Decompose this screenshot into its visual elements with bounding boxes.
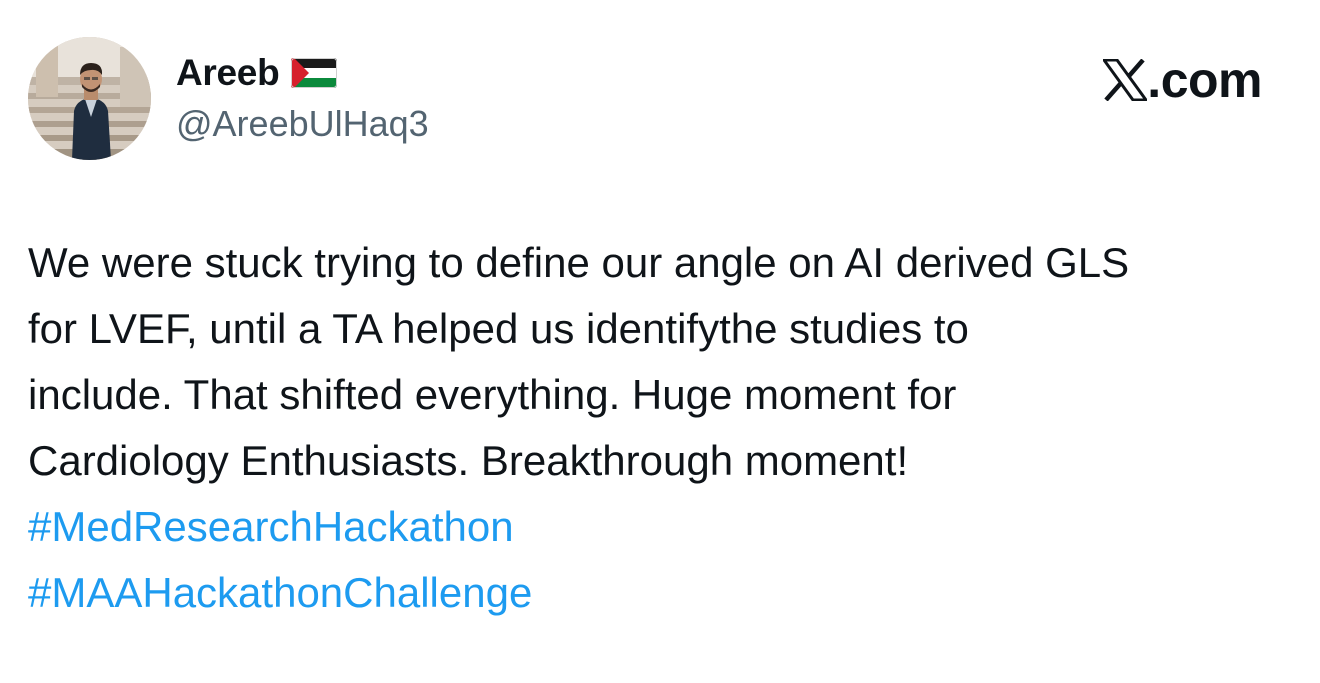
x-logo-icon: [1103, 59, 1148, 101]
avatar[interactable]: [28, 37, 151, 160]
author-handle[interactable]: @AreebUlHaq3: [176, 102, 429, 146]
hashtag-link-maahackathonchallenge[interactable]: #MAAHackathonChallenge: [28, 569, 532, 616]
tweet-text: We were stuck trying to define our angle…: [28, 230, 1298, 626]
tweet-line: We were stuck trying to define our angle…: [28, 239, 1130, 286]
display-name[interactable]: Areeb: [176, 50, 280, 96]
tweet-line: for LVEF, until a TA helped us identifyt…: [28, 305, 969, 352]
site-brand: .com: [1103, 52, 1262, 108]
tweet-line: Cardiology Enthusiasts. Breakthrough mom…: [28, 437, 909, 484]
tweet-line: include. That shifted everything. Huge m…: [28, 371, 957, 418]
profile-photo: [28, 37, 151, 160]
palestine-flag-icon: [291, 58, 338, 88]
author-name-row[interactable]: Areeb: [176, 50, 338, 96]
site-domain: .com: [1147, 52, 1262, 108]
hashtag-link-medresearchhackathon[interactable]: #MedResearchHackathon: [28, 503, 514, 550]
